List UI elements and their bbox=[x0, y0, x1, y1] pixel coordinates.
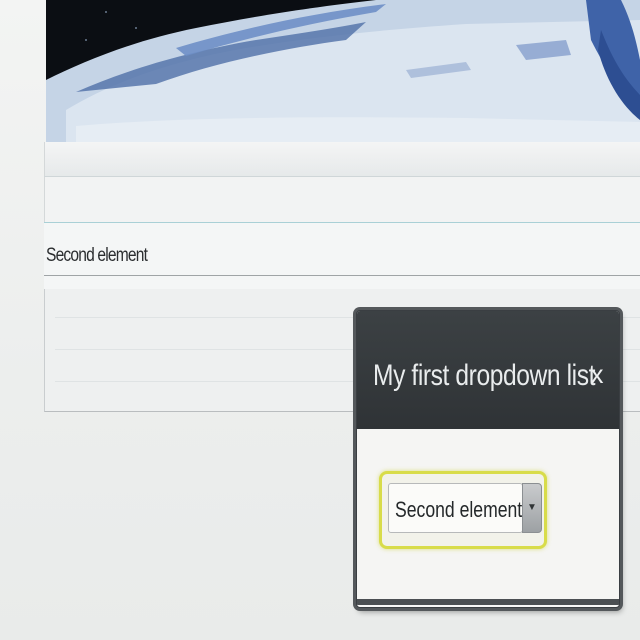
dialog-header[interactable]: My first dropdown list x bbox=[357, 311, 619, 429]
dropdown-selected-value: Second element bbox=[395, 497, 523, 522]
snow-landscape-image bbox=[46, 0, 640, 142]
header-photo bbox=[46, 0, 640, 142]
content-spacer bbox=[44, 177, 640, 223]
list-item[interactable]: Second element bbox=[44, 222, 640, 290]
close-icon[interactable]: x bbox=[585, 357, 609, 391]
dialog-title: My first dropdown list bbox=[373, 359, 596, 392]
list-item-label: Second element bbox=[46, 245, 148, 266]
image-caption-strip bbox=[44, 142, 640, 177]
chevron-down-icon[interactable]: ▼ bbox=[522, 483, 542, 533]
list-item-field: Second element bbox=[44, 241, 640, 276]
dropdown-select[interactable]: Second element ▼ bbox=[379, 471, 547, 549]
dropdown-dialog: My first dropdown list x Second element … bbox=[356, 310, 620, 608]
dropdown-select-field[interactable]: Second element bbox=[388, 483, 523, 533]
dialog-body: Second element ▼ bbox=[357, 429, 619, 605]
